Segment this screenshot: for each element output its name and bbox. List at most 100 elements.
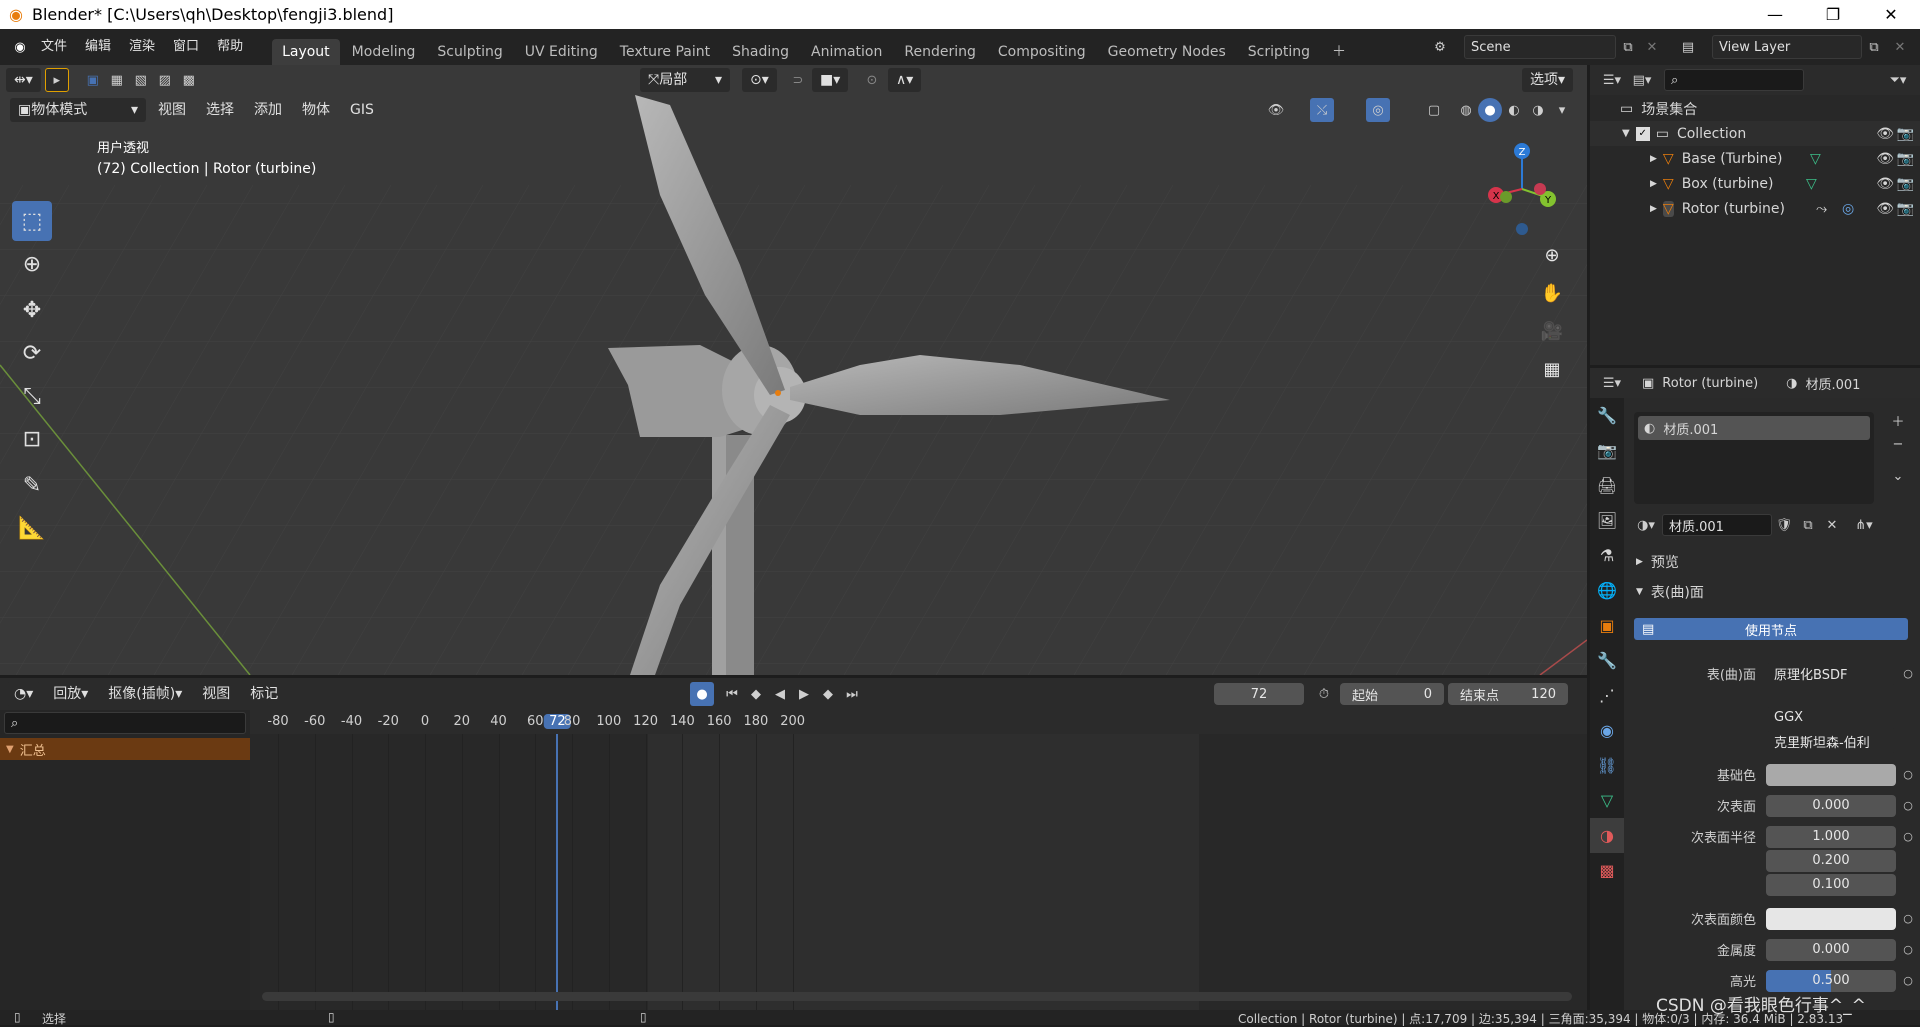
tab-shading[interactable]: Shading [722, 39, 799, 65]
texture-tab-icon[interactable]: ▩ [1590, 853, 1624, 888]
view-layer-remove-icon[interactable]: ✕ [1888, 35, 1912, 59]
3d-viewport[interactable]: ⇹▾ ▸ ▣ ▦ ▧ ▨ ▩ ⤧ 局部 ▾ ⊙▾ ⊃ ■▾ ⊙ ∧▾ 选项 ▾ ▣ … [0, 65, 1587, 675]
properties-editor-type-icon[interactable]: ☰▾ [1600, 371, 1624, 395]
view-layer-new-icon[interactable]: ⧉ [1862, 35, 1886, 59]
tab-geometry-nodes[interactable]: Geometry Nodes [1098, 39, 1236, 65]
specular-slider[interactable]: 0.500 [1766, 969, 1896, 992]
pan-hand-icon[interactable]: ✋ [1537, 278, 1567, 308]
falloff-dropdown[interactable]: ∧▾ [888, 68, 922, 92]
expand-arrow-icon[interactable]: ▼ [1622, 128, 1630, 139]
gizmo-toggle-icon[interactable]: ⤯ [1310, 98, 1334, 122]
distribution-dropdown[interactable]: GGX [1766, 706, 1896, 729]
menu-view[interactable]: 视图 [150, 98, 194, 122]
outliner-row-rotor[interactable]: ▶ ▽ Rotor (turbine) ⤳ ◎ 👁 📷 [1590, 196, 1920, 221]
base-color-swatch[interactable] [1766, 763, 1896, 786]
scene-field[interactable]: Scene [1464, 35, 1616, 59]
select-box-icon[interactable]: ▸ [44, 68, 69, 92]
tab-sculpting[interactable]: Sculpting [427, 39, 512, 65]
filter-icon[interactable]: ⏷▾ [1886, 68, 1910, 92]
socket-dot-icon[interactable]: ○ [1900, 943, 1916, 956]
editor-type-button[interactable]: ⇹▾ [6, 68, 41, 92]
snap-target-dropdown[interactable]: ■▾ [812, 68, 849, 92]
shader-dropdown[interactable]: 原理化BSDF [1766, 662, 1896, 685]
zoom-icon[interactable]: ⊕ [1537, 240, 1567, 270]
tab-scripting[interactable]: Scripting [1238, 39, 1320, 65]
blender-menu-icon[interactable]: ◉ [8, 35, 32, 59]
menu-render[interactable]: 渲染 [120, 35, 164, 59]
tool-tab-icon[interactable]: 🔧 [1590, 398, 1624, 433]
shading-wireframe-icon[interactable]: ◍ [1454, 98, 1478, 122]
use-nodes-button[interactable]: ▤ 使用节点 [1634, 618, 1908, 640]
timeline-editor-type-icon[interactable]: ◔▾ [6, 682, 42, 706]
eye-icon[interactable]: 👁 [1876, 126, 1894, 142]
remove-slot-icon[interactable]: − [1886, 432, 1910, 456]
scene-tab-icon[interactable]: ⚗ [1590, 538, 1624, 573]
outliner-row-collection[interactable]: ▼ ✓ ▭ Collection 👁 📷 [1590, 121, 1920, 146]
start-frame-field[interactable]: 起始 0 [1340, 683, 1444, 705]
tab-compositing[interactable]: Compositing [988, 39, 1096, 65]
add-slot-icon[interactable]: ＋ [1886, 408, 1910, 432]
subsurface-color-swatch[interactable] [1766, 907, 1896, 930]
pivot-point-dropdown[interactable]: ⊙▾ [742, 68, 777, 92]
rotate-tool-icon[interactable]: ⟳ [12, 333, 52, 373]
proportional-edit-icon[interactable]: ⊙ [860, 68, 884, 92]
material-slot-list[interactable]: ◐ 材质.001 [1634, 412, 1874, 504]
menu-edit[interactable]: 编辑 [76, 35, 120, 59]
select-mode-subtract-icon[interactable]: ▧ [129, 68, 153, 92]
tab-modeling[interactable]: Modeling [342, 39, 426, 65]
browse-material-icon[interactable]: ◑▾ [1634, 513, 1658, 537]
mode-dropdown[interactable]: ▣ 物体模式 ▾ [10, 98, 146, 122]
summary-channel[interactable]: ▼ 汇总 [0, 738, 250, 760]
auto-keying-icon[interactable]: ● [690, 682, 714, 706]
timeline-ruler[interactable]: -80 -60 -40 -20 0 20 40 60 72 80 100 120 140 160 180 20… [250, 710, 1587, 734]
scene-remove-icon[interactable]: ✕ [1640, 35, 1664, 59]
menu-keying[interactable]: 抠像(插帧) ▾ [100, 682, 190, 706]
play-reverse-icon[interactable]: ◀ [768, 682, 792, 706]
render-tab-icon[interactable]: 📷 [1590, 433, 1624, 468]
socket-dot-icon[interactable]: ○ [1900, 974, 1916, 987]
outliner-search-input[interactable]: ⌕ [1664, 69, 1804, 91]
menu-window[interactable]: 窗口 [164, 35, 208, 59]
navigation-gizmo[interactable]: Z Y X [1476, 139, 1566, 239]
shading-material-icon[interactable]: ◐ [1502, 98, 1526, 122]
shading-options-icon[interactable]: ▾ [1550, 98, 1574, 122]
jump-prev-keyframe-icon[interactable]: ◆ [744, 682, 768, 706]
metallic-field[interactable]: 0.000 [1766, 938, 1896, 961]
eye-icon[interactable]: 👁 [1876, 201, 1894, 217]
play-icon[interactable]: ▶ [792, 682, 816, 706]
view-layer-icon[interactable]: ▤ [1676, 35, 1700, 59]
outliner-row-scene-collection[interactable]: ▭ 场景集合 [1590, 96, 1920, 121]
view-layer-tab-icon[interactable]: 🖼 [1590, 503, 1624, 538]
node-link-icon[interactable]: ⋔▾ [1852, 513, 1876, 537]
scale-tool-icon[interactable]: ⤡ [12, 376, 52, 416]
move-tool-icon[interactable]: ✥ [12, 290, 52, 330]
eye-icon[interactable]: 👁 [1876, 176, 1894, 192]
physics-tab-icon[interactable]: ◉ [1590, 713, 1624, 748]
ortho-toggle-icon[interactable]: ▦ [1537, 354, 1567, 384]
panel-preview-header[interactable]: ▶ 预览 [1636, 552, 1679, 572]
menu-marker[interactable]: 标记 [242, 682, 286, 706]
menu-gis[interactable]: GIS [342, 98, 382, 122]
eye-icon[interactable]: 👁 [1876, 151, 1894, 167]
modifier-tab-icon[interactable]: 🔧 [1590, 643, 1624, 678]
world-tab-icon[interactable]: 🌐 [1590, 573, 1624, 608]
xray-toggle-icon[interactable]: ▢ [1422, 98, 1446, 122]
options-dropdown[interactable]: 选项 ▾ [1522, 68, 1574, 92]
measure-tool-icon[interactable]: 📐 [12, 508, 52, 548]
camera-icon[interactable]: 📷 [1897, 176, 1914, 192]
menu-file[interactable]: 文件 [32, 35, 76, 59]
view-layer-field[interactable]: View Layer [1712, 35, 1862, 59]
snap-icon[interactable]: ⊃ [786, 68, 810, 92]
tab-texture-paint[interactable]: Texture Paint [610, 39, 720, 65]
duplicate-material-icon[interactable]: ⧉ [1796, 513, 1820, 537]
select-mode-new-icon[interactable]: ▣ [81, 68, 105, 92]
subsurface-field[interactable]: 0.000 [1766, 794, 1896, 817]
constraints-tab-icon[interactable]: ⛓ [1590, 748, 1624, 783]
transform-orientation-dropdown[interactable]: ⤧ 局部 ▾ [640, 68, 730, 92]
transform-tool-icon[interactable]: ⊡ [12, 419, 52, 459]
timeline-area[interactable] [250, 734, 1587, 1010]
overlay-toggle-icon[interactable]: ◎ [1366, 98, 1390, 122]
socket-dot-icon[interactable]: ○ [1900, 830, 1916, 843]
annotate-tool-icon[interactable]: ✎ [12, 465, 52, 505]
end-frame-field[interactable]: 结束点 120 [1448, 683, 1568, 705]
